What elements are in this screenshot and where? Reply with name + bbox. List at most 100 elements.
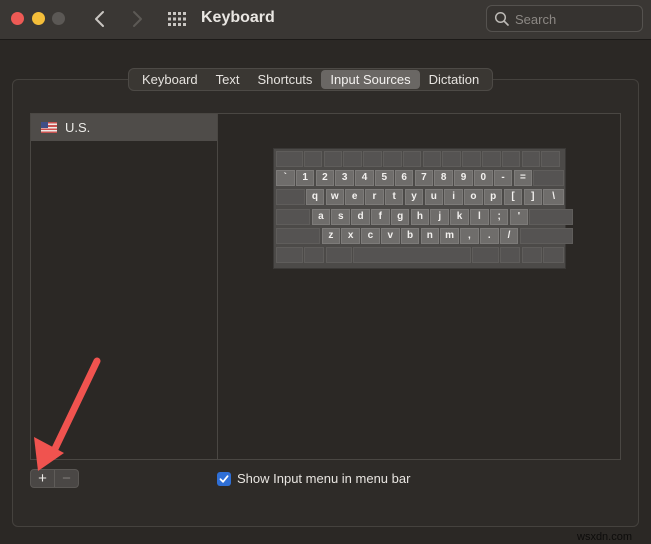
key-blank bbox=[543, 247, 564, 263]
key-0: 0 bbox=[474, 170, 493, 187]
key-': ' bbox=[509, 208, 529, 225]
key-i: i bbox=[444, 189, 463, 206]
key-v: v bbox=[380, 227, 400, 244]
key-p: p bbox=[483, 189, 503, 206]
key-blank bbox=[276, 227, 321, 244]
key-blank bbox=[276, 151, 303, 167]
key-%3D: = bbox=[513, 170, 533, 187]
key-f: f bbox=[371, 208, 390, 225]
key-blank bbox=[499, 247, 521, 263]
keyboard-layout-preview: ` 1 2 3 4 5 6 7 8 9 0- = q w e r t y u i o p[] \ a s d f g h j k l; ' z x c… bbox=[273, 148, 573, 269]
checkmark-icon bbox=[219, 474, 229, 483]
key-blank bbox=[521, 151, 541, 167]
search-input[interactable] bbox=[515, 10, 635, 28]
key-e: e bbox=[345, 189, 364, 206]
key-blank bbox=[472, 247, 499, 263]
key-blank bbox=[303, 151, 323, 167]
key-d: d bbox=[351, 208, 370, 225]
key-k: k bbox=[450, 208, 469, 225]
key-4: 4 bbox=[355, 170, 374, 187]
key-y: y bbox=[404, 189, 424, 206]
key-7: 7 bbox=[414, 170, 434, 187]
key-blank bbox=[442, 151, 461, 167]
key-9: 9 bbox=[454, 170, 473, 187]
title-bar: Keyboard bbox=[0, 0, 651, 40]
key-blank bbox=[422, 151, 442, 167]
key-w: w bbox=[325, 189, 345, 206]
tab-shortcuts[interactable]: Shortcuts bbox=[249, 70, 322, 89]
key-%2C: , bbox=[460, 227, 479, 244]
show-input-menu-checkbox[interactable] bbox=[217, 471, 231, 486]
key-blank bbox=[462, 151, 481, 167]
key-blank bbox=[402, 151, 422, 167]
key-%3B: ; bbox=[489, 208, 509, 225]
key-8: 8 bbox=[434, 170, 453, 187]
key-j: j bbox=[430, 208, 450, 225]
key-blank bbox=[303, 247, 325, 263]
key-2: 2 bbox=[315, 170, 335, 187]
key-blank bbox=[501, 151, 521, 167]
forward-button[interactable] bbox=[127, 8, 147, 30]
key-blank bbox=[481, 151, 501, 167]
search-icon bbox=[494, 11, 509, 26]
remove-button[interactable]: − bbox=[54, 470, 78, 487]
close-button[interactable] bbox=[11, 12, 24, 25]
key-h: h bbox=[410, 208, 430, 225]
key-blank bbox=[521, 247, 543, 263]
key-z: z bbox=[321, 227, 341, 244]
key-q: q bbox=[305, 189, 325, 206]
key-blank bbox=[276, 247, 303, 263]
add-button[interactable]: + bbox=[31, 470, 54, 487]
key--: - bbox=[493, 170, 513, 187]
key-blank bbox=[529, 208, 573, 225]
key-blank bbox=[382, 151, 402, 167]
key-l: l bbox=[470, 208, 489, 225]
key-b: b bbox=[400, 227, 420, 244]
tab-bar: Keyboard Text Shortcuts Input Sources Di… bbox=[128, 68, 494, 91]
key-blank bbox=[541, 151, 560, 167]
key-%5D: ] bbox=[523, 189, 543, 206]
input-source-label: U.S. bbox=[65, 120, 91, 135]
key-blank bbox=[343, 151, 362, 167]
key-x: x bbox=[341, 227, 360, 244]
tab-dictation[interactable]: Dictation bbox=[420, 70, 489, 89]
show-all-grid-icon[interactable] bbox=[167, 11, 187, 27]
key-1: 1 bbox=[295, 170, 315, 187]
key-blank bbox=[353, 247, 471, 263]
zoom-button bbox=[52, 12, 65, 25]
tab-keyboard[interactable]: Keyboard bbox=[133, 70, 207, 89]
tab-input-sources[interactable]: Input Sources bbox=[321, 70, 420, 89]
show-input-menu-option: Show Input menu in menu bar bbox=[217, 471, 410, 486]
key-.: . bbox=[479, 227, 499, 244]
show-input-menu-label: Show Input menu in menu bar bbox=[237, 471, 411, 486]
window-title: Keyboard bbox=[201, 9, 275, 26]
minimize-button[interactable] bbox=[32, 12, 45, 25]
key-g: g bbox=[390, 208, 410, 225]
key-blank bbox=[533, 170, 564, 187]
add-remove-control: + − bbox=[30, 469, 79, 488]
key-r: r bbox=[365, 189, 384, 206]
key-3: 3 bbox=[335, 170, 354, 187]
key-a: a bbox=[311, 208, 331, 225]
chevron-left-icon bbox=[95, 11, 104, 27]
key-u: u bbox=[424, 189, 444, 206]
key-o: o bbox=[464, 189, 483, 206]
key-6: 6 bbox=[394, 170, 414, 187]
key-blank bbox=[519, 227, 573, 244]
input-sources-list: U.S. bbox=[30, 113, 218, 460]
key-5: 5 bbox=[375, 170, 394, 187]
key-blank bbox=[276, 208, 311, 225]
key-s: s bbox=[331, 208, 351, 225]
key-m: m bbox=[440, 227, 459, 244]
list-item-us[interactable]: U.S. bbox=[31, 114, 217, 141]
key-blank bbox=[276, 189, 305, 206]
key-%2F: / bbox=[499, 227, 519, 244]
key-blank bbox=[363, 151, 382, 167]
back-button[interactable] bbox=[90, 8, 110, 30]
us-flag-icon bbox=[41, 122, 57, 133]
key-%60: ` bbox=[276, 170, 295, 187]
key-n: n bbox=[420, 227, 440, 244]
search-field[interactable] bbox=[486, 5, 643, 32]
key-blank bbox=[325, 247, 353, 263]
tab-text[interactable]: Text bbox=[207, 70, 249, 89]
